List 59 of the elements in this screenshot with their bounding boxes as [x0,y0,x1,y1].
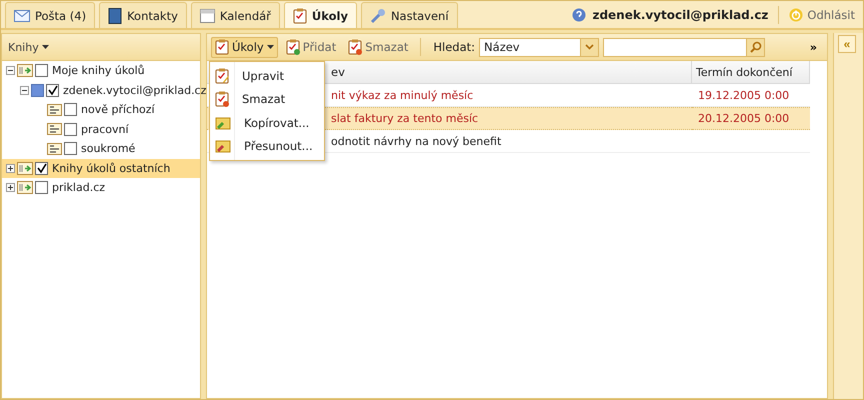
checkbox[interactable] [46,84,59,97]
chevron-down-icon [585,44,594,50]
nav-tab[interactable]: Úkoly [284,2,357,28]
tree-label: nově příchozí [81,103,155,116]
nav-tab[interactable]: Pošta (4) [5,2,96,28]
clipboard-plus-icon [286,39,300,55]
collapse-icon[interactable] [6,66,15,76]
tree-label: soukromé [81,142,136,156]
tasks-menu-button[interactable]: Úkoly [211,36,278,58]
clipboard-minus-icon [215,91,229,108]
clipboard-icon [215,39,229,55]
user-email: zdenek.vytocil@priklad.cz [592,8,768,22]
collapse-icon[interactable] [20,86,29,95]
checkbox[interactable] [64,122,77,136]
expand-icon[interactable] [6,183,15,192]
checkbox[interactable] [64,142,77,156]
caret-icon [266,45,274,49]
checkbox[interactable] [35,181,48,194]
tree-label: pracovní [81,122,129,136]
tree-item[interactable]: nově příchozí [2,100,200,120]
tree-label: Moje knihy úkolů [52,64,145,78]
nav-tab[interactable]: Kontakty [99,2,187,28]
clipboard-icon [292,8,307,24]
search-field-select[interactable]: Název [479,38,600,56]
tree-label: Knihy úkolů ostatních [52,162,170,175]
table-cell: 20.12.2005 0:00 [692,107,810,130]
more-button[interactable]: » [804,40,823,54]
nav-tab[interactable]: Kalendář [190,2,280,28]
search-field[interactable] [603,38,766,56]
tree-label: priklad.cz [52,181,106,194]
clipboard-pencil-icon [215,68,229,84]
search-icon[interactable] [750,41,762,53]
list-icon [47,104,62,116]
nav-tab[interactable]: Nastavení [360,2,458,28]
tree-item[interactable]: Knihy úkolů ostatních [2,158,200,178]
wrench-icon [370,8,386,24]
checkbox[interactable] [64,103,77,116]
column-header[interactable]: Termín dokončení [692,61,810,84]
tree-item[interactable]: soukromé [2,139,200,158]
tree-item[interactable]: priklad.cz [2,178,200,198]
expand-icon[interactable] [6,164,15,173]
caret-icon [42,45,49,49]
tree-item[interactable]: pracovní [2,120,200,139]
help-icon[interactable] [572,8,586,22]
add-button[interactable]: Přidat [282,36,340,58]
logout-link[interactable]: Odhlásit [789,8,855,22]
books-menu[interactable]: Knihy [2,34,200,61]
envelope-icon [14,10,30,22]
clipboard-minus-icon [348,39,362,55]
delete-button[interactable]: Smazat [344,36,412,58]
list-icon [47,123,62,136]
checkbox[interactable] [35,64,48,78]
search-label: Hledat: [433,40,476,54]
power-icon [789,8,804,22]
tree-item[interactable]: Moje knihy úkolů [2,61,200,80]
calendar-icon [200,8,215,23]
book-icon [108,8,122,24]
list-icon [47,142,62,155]
checkbox[interactable] [35,162,48,175]
